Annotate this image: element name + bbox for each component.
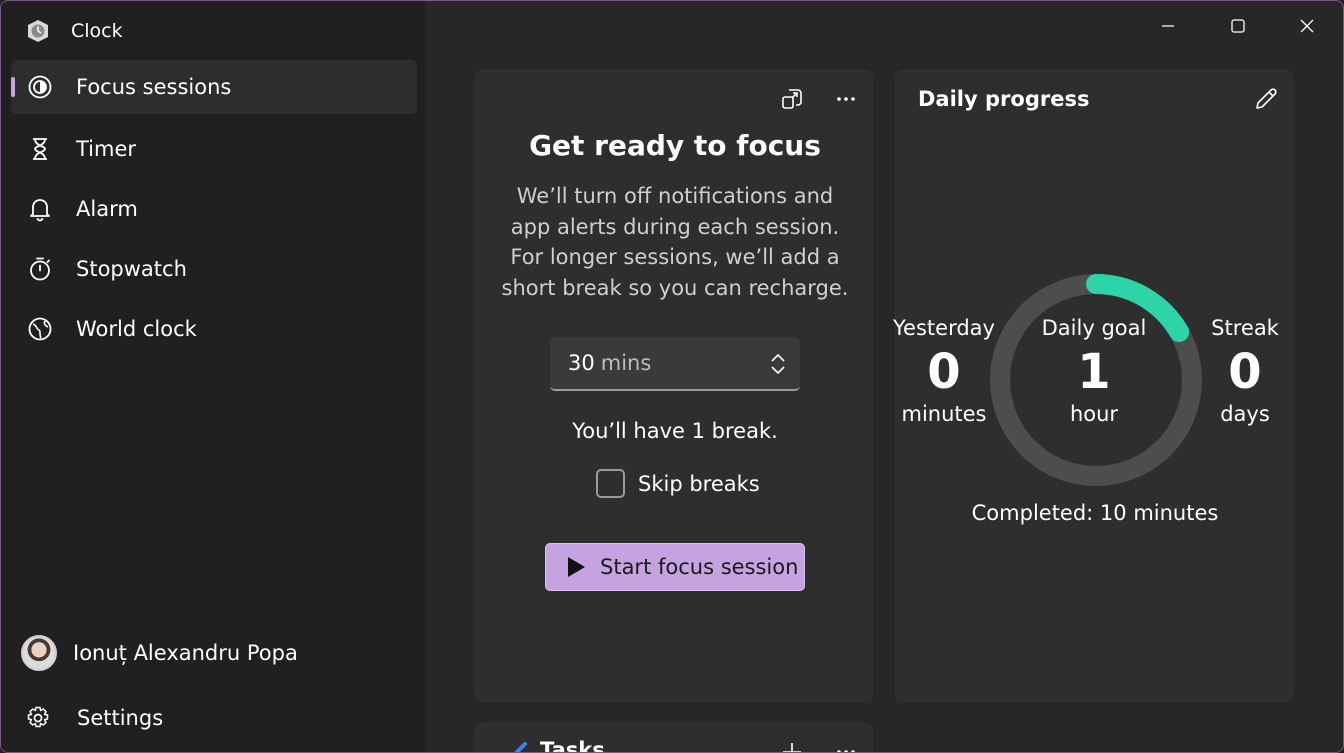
sidebar-item-label: Timer (76, 137, 137, 161)
focus-session-card: Get ready to focus We’ll turn off notifi… (475, 70, 873, 702)
daily-goal-unit: hour (1069, 402, 1119, 426)
sidebar: Clock Focus sessions Timer Alarm Stopwat… (1, 1, 425, 752)
sidebar-item-settings[interactable]: Settings (25, 701, 163, 735)
avatar (21, 635, 57, 671)
daily-progress-title: Daily progress (918, 87, 1090, 111)
add-task-button[interactable] (776, 736, 808, 752)
stopwatch-icon (30, 257, 50, 281)
daily-goal-stat: Daily goal 1 hour (1034, 316, 1154, 426)
more-options-button[interactable] (830, 83, 862, 115)
clock-window: Clock Focus sessions Timer Alarm Stopwat… (0, 0, 1344, 753)
tasks-card: Tasks (475, 723, 873, 753)
focus-icon (28, 75, 52, 99)
user-profile[interactable]: Ionuț Alexandru Popa (21, 635, 298, 671)
sidebar-item-world-clock[interactable]: World clock (11, 302, 417, 356)
duration-unit: mins (600, 351, 652, 375)
daily-progress-card: Daily progress Yesterday 0 minutes Daily… (893, 70, 1293, 702)
maximize-button[interactable] (1218, 11, 1258, 41)
compact-overlay-button[interactable] (776, 83, 808, 115)
streak-unit: days (1220, 402, 1270, 426)
yesterday-unit: minutes (901, 402, 987, 426)
skip-breaks-label: Skip breaks (638, 471, 760, 496)
sidebar-item-label: Alarm (76, 197, 138, 221)
sidebar-item-label: Stopwatch (76, 257, 187, 281)
completed-text: Completed: 10 minutes (971, 501, 1219, 525)
tasks-more-button[interactable] (830, 736, 862, 752)
plus-icon (783, 743, 801, 752)
compact-overlay-icon (782, 89, 802, 109)
sidebar-item-timer[interactable]: Timer (11, 122, 417, 176)
close-button[interactable] (1287, 11, 1327, 41)
gear-icon (27, 706, 49, 728)
clock-app-icon (28, 20, 48, 42)
settings-label: Settings (77, 706, 164, 730)
streak-value: 0 (1228, 344, 1262, 400)
skip-breaks-option[interactable]: Skip breaks (596, 469, 760, 498)
edit-goal-button[interactable] (1250, 83, 1282, 115)
todo-icon (501, 742, 527, 752)
start-focus-session-button[interactable]: Start focus session (545, 543, 805, 591)
maximize-icon (1231, 19, 1245, 33)
sidebar-item-stopwatch[interactable]: Stopwatch (11, 242, 417, 296)
sidebar-item-label: Focus sessions (76, 75, 232, 99)
pencil-icon (1256, 88, 1277, 109)
up-down-icon (771, 353, 785, 375)
minimize-button[interactable] (1148, 11, 1188, 41)
daily-goal-value: 1 (1077, 344, 1111, 400)
duration-value: 30 (568, 351, 595, 375)
play-icon (568, 557, 585, 577)
minimize-icon (1162, 25, 1174, 27)
close-icon (1300, 19, 1314, 33)
sidebar-item-alarm[interactable]: Alarm (11, 182, 417, 236)
more-icon (837, 750, 855, 752)
streak-stat: Streak 0 days (1185, 316, 1305, 426)
yesterday-stat: Yesterday 0 minutes (884, 316, 1004, 426)
bell-icon (30, 199, 50, 222)
daily-goal-label: Daily goal (1041, 316, 1147, 340)
app-title-bar: Clock (25, 15, 123, 47)
yesterday-label: Yesterday (893, 316, 995, 340)
duration-select[interactable]: 30 mins (550, 337, 800, 391)
break-info: You’ll have 1 break. (572, 419, 778, 443)
yesterday-value: 0 (927, 344, 961, 400)
sidebar-item-label: World clock (76, 317, 197, 341)
streak-label: Streak (1211, 316, 1279, 340)
globe-icon (28, 317, 52, 341)
profile-name: Ionuț Alexandru Popa (73, 641, 298, 665)
more-icon (837, 97, 855, 101)
selection-indicator (11, 77, 15, 97)
app-title: Clock (71, 20, 123, 42)
hourglass-icon (33, 138, 47, 160)
sidebar-item-focus-sessions[interactable]: Focus sessions (11, 60, 417, 114)
focus-title: Get ready to focus (529, 129, 821, 162)
tasks-title: Tasks (540, 738, 605, 753)
skip-breaks-checkbox[interactable] (596, 469, 625, 498)
focus-description: We’ll turn off notifications and app ale… (501, 184, 849, 300)
start-button-label: Start focus session (600, 555, 799, 579)
